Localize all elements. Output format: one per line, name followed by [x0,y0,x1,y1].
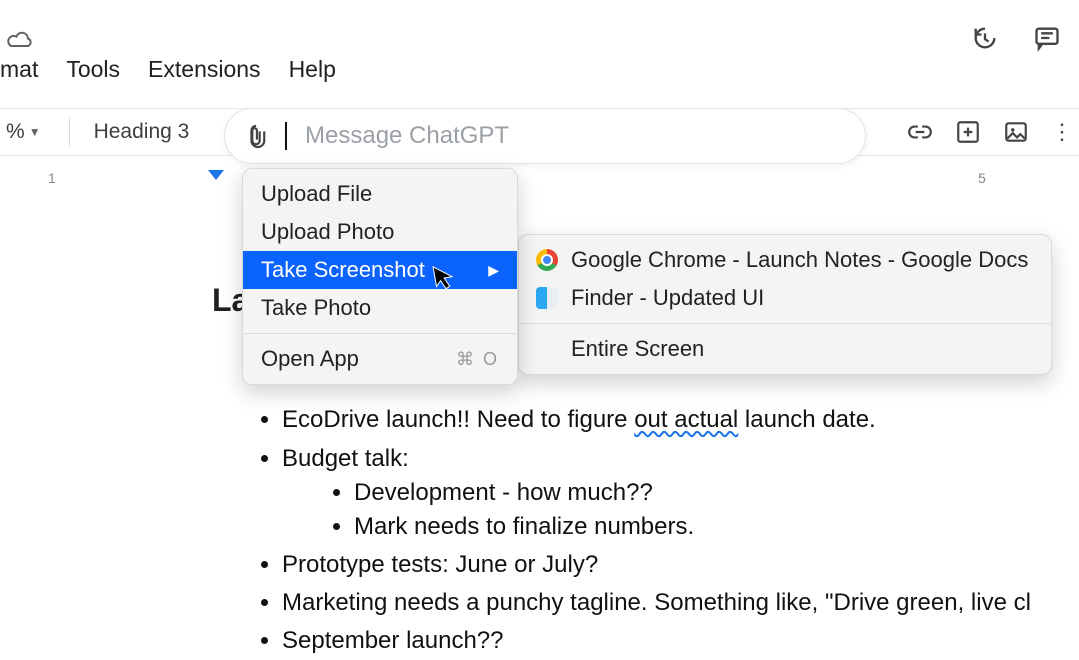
list-item[interactable]: EcoDrive launch!! Need to figure out act… [282,401,1079,439]
history-icon[interactable] [971,24,999,52]
separator [69,118,70,146]
shortcut-label: ⌘ O [456,349,499,370]
paragraph-style-dropdown[interactable]: Heading 3 [80,120,194,144]
zoom-dropdown[interactable]: % ▼ [6,120,59,144]
chrome-icon [535,248,559,272]
chevron-down-icon: ▼ [29,125,41,139]
separator [243,333,517,334]
list-item[interactable]: Development - how much?? [354,476,1079,510]
list-item[interactable]: September launch?? [282,622,1079,660]
insert-image-icon[interactable] [1003,119,1029,145]
menu-upload-file[interactable]: Upload File [243,175,517,213]
menu-extensions[interactable]: Extensions [148,56,261,83]
comments-icon[interactable] [1033,24,1061,52]
screenshot-submenu: Google Chrome - Launch Notes - Google Do… [518,234,1052,375]
attachment-menu: Upload File Upload Photo Take Screenshot… [242,168,518,385]
list-item[interactable]: Mark needs to finalize numbers. [354,510,1079,544]
menu-format[interactable]: mat [0,56,38,83]
chevron-right-icon: ▶ [488,262,499,279]
text-cursor [285,122,287,150]
mouse-cursor-icon [432,262,456,291]
more-icon[interactable]: ⋮ [1051,119,1071,145]
finder-icon [535,286,559,310]
menu-take-photo[interactable]: Take Photo [243,289,517,327]
add-comment-icon[interactable] [955,119,981,145]
separator [519,323,1051,324]
submenu-entire-screen[interactable]: Entire Screen [519,330,1051,368]
menu-tools[interactable]: Tools [66,56,120,83]
paperclip-icon[interactable] [245,122,267,150]
ruler: 1 5 [0,168,1079,190]
cloud-saved-icon [6,30,34,50]
chat-placeholder: Message ChatGPT [305,122,509,150]
menu-upload-photo[interactable]: Upload Photo [243,213,517,251]
menu-take-screenshot[interactable]: Take Screenshot ▶ [243,251,517,289]
menu-open-app[interactable]: Open App ⌘ O [243,340,517,378]
indent-marker-icon[interactable] [208,170,224,180]
grammar-underline[interactable]: out actual [634,406,738,433]
menubar: mat Tools Extensions Help [0,56,336,83]
ruler-tick: 5 [978,170,986,186]
submenu-chrome[interactable]: Google Chrome - Launch Notes - Google Do… [519,241,1051,279]
ruler-tick: 1 [48,170,56,186]
chatgpt-input[interactable]: Message ChatGPT [224,108,866,164]
submenu-finder[interactable]: Finder - Updated UI [519,279,1051,317]
menu-help[interactable]: Help [289,56,336,83]
list-item[interactable]: Prototype tests: June or July? [282,546,1079,584]
list-item[interactable]: Marketing needs a punchy tagline. Someth… [282,584,1079,622]
insert-link-icon[interactable] [907,119,933,145]
list-item[interactable]: Budget talk: Development - how much?? Ma… [282,440,1079,546]
